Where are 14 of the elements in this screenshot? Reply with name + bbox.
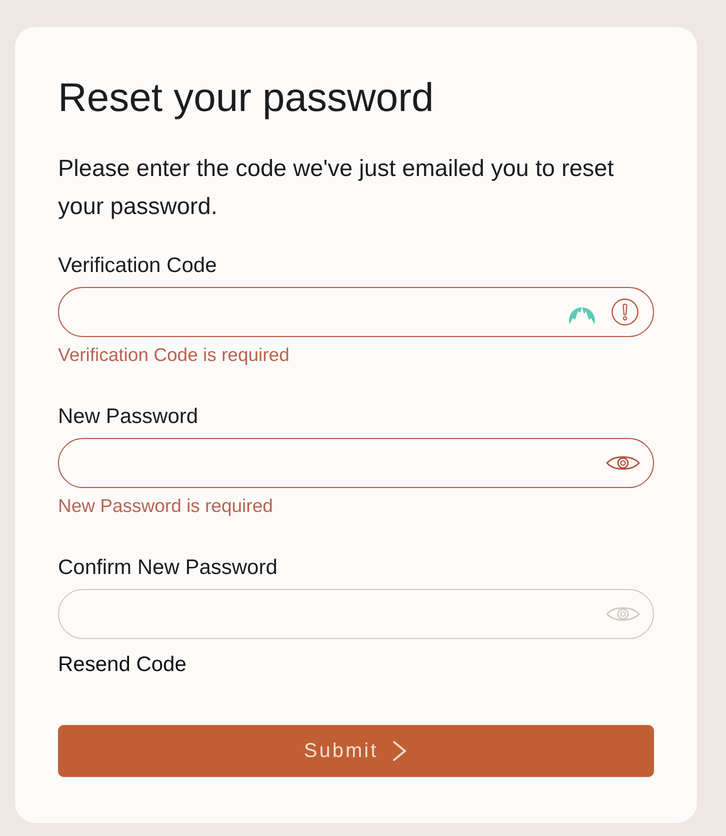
field-label: Confirm New Password [58, 557, 278, 579]
chevron-right-icon [392, 740, 408, 762]
password-input[interactable] [58, 589, 654, 639]
resend-code-link[interactable]: Resend Code [58, 654, 186, 676]
page-title: Reset your password [58, 75, 434, 122]
error-message: Verification Code is required [58, 345, 290, 365]
field-label: New Password [58, 406, 198, 428]
eye-icon[interactable] [606, 454, 640, 472]
intro-text: Please enter the code we've just emailed you to reset your password. [58, 154, 615, 221]
password-input[interactable] [58, 438, 654, 488]
field-label: Verification Code [58, 255, 217, 277]
error-message: New Password is required [58, 496, 273, 516]
code-input[interactable] [58, 287, 654, 337]
alert-icon [611, 298, 639, 326]
